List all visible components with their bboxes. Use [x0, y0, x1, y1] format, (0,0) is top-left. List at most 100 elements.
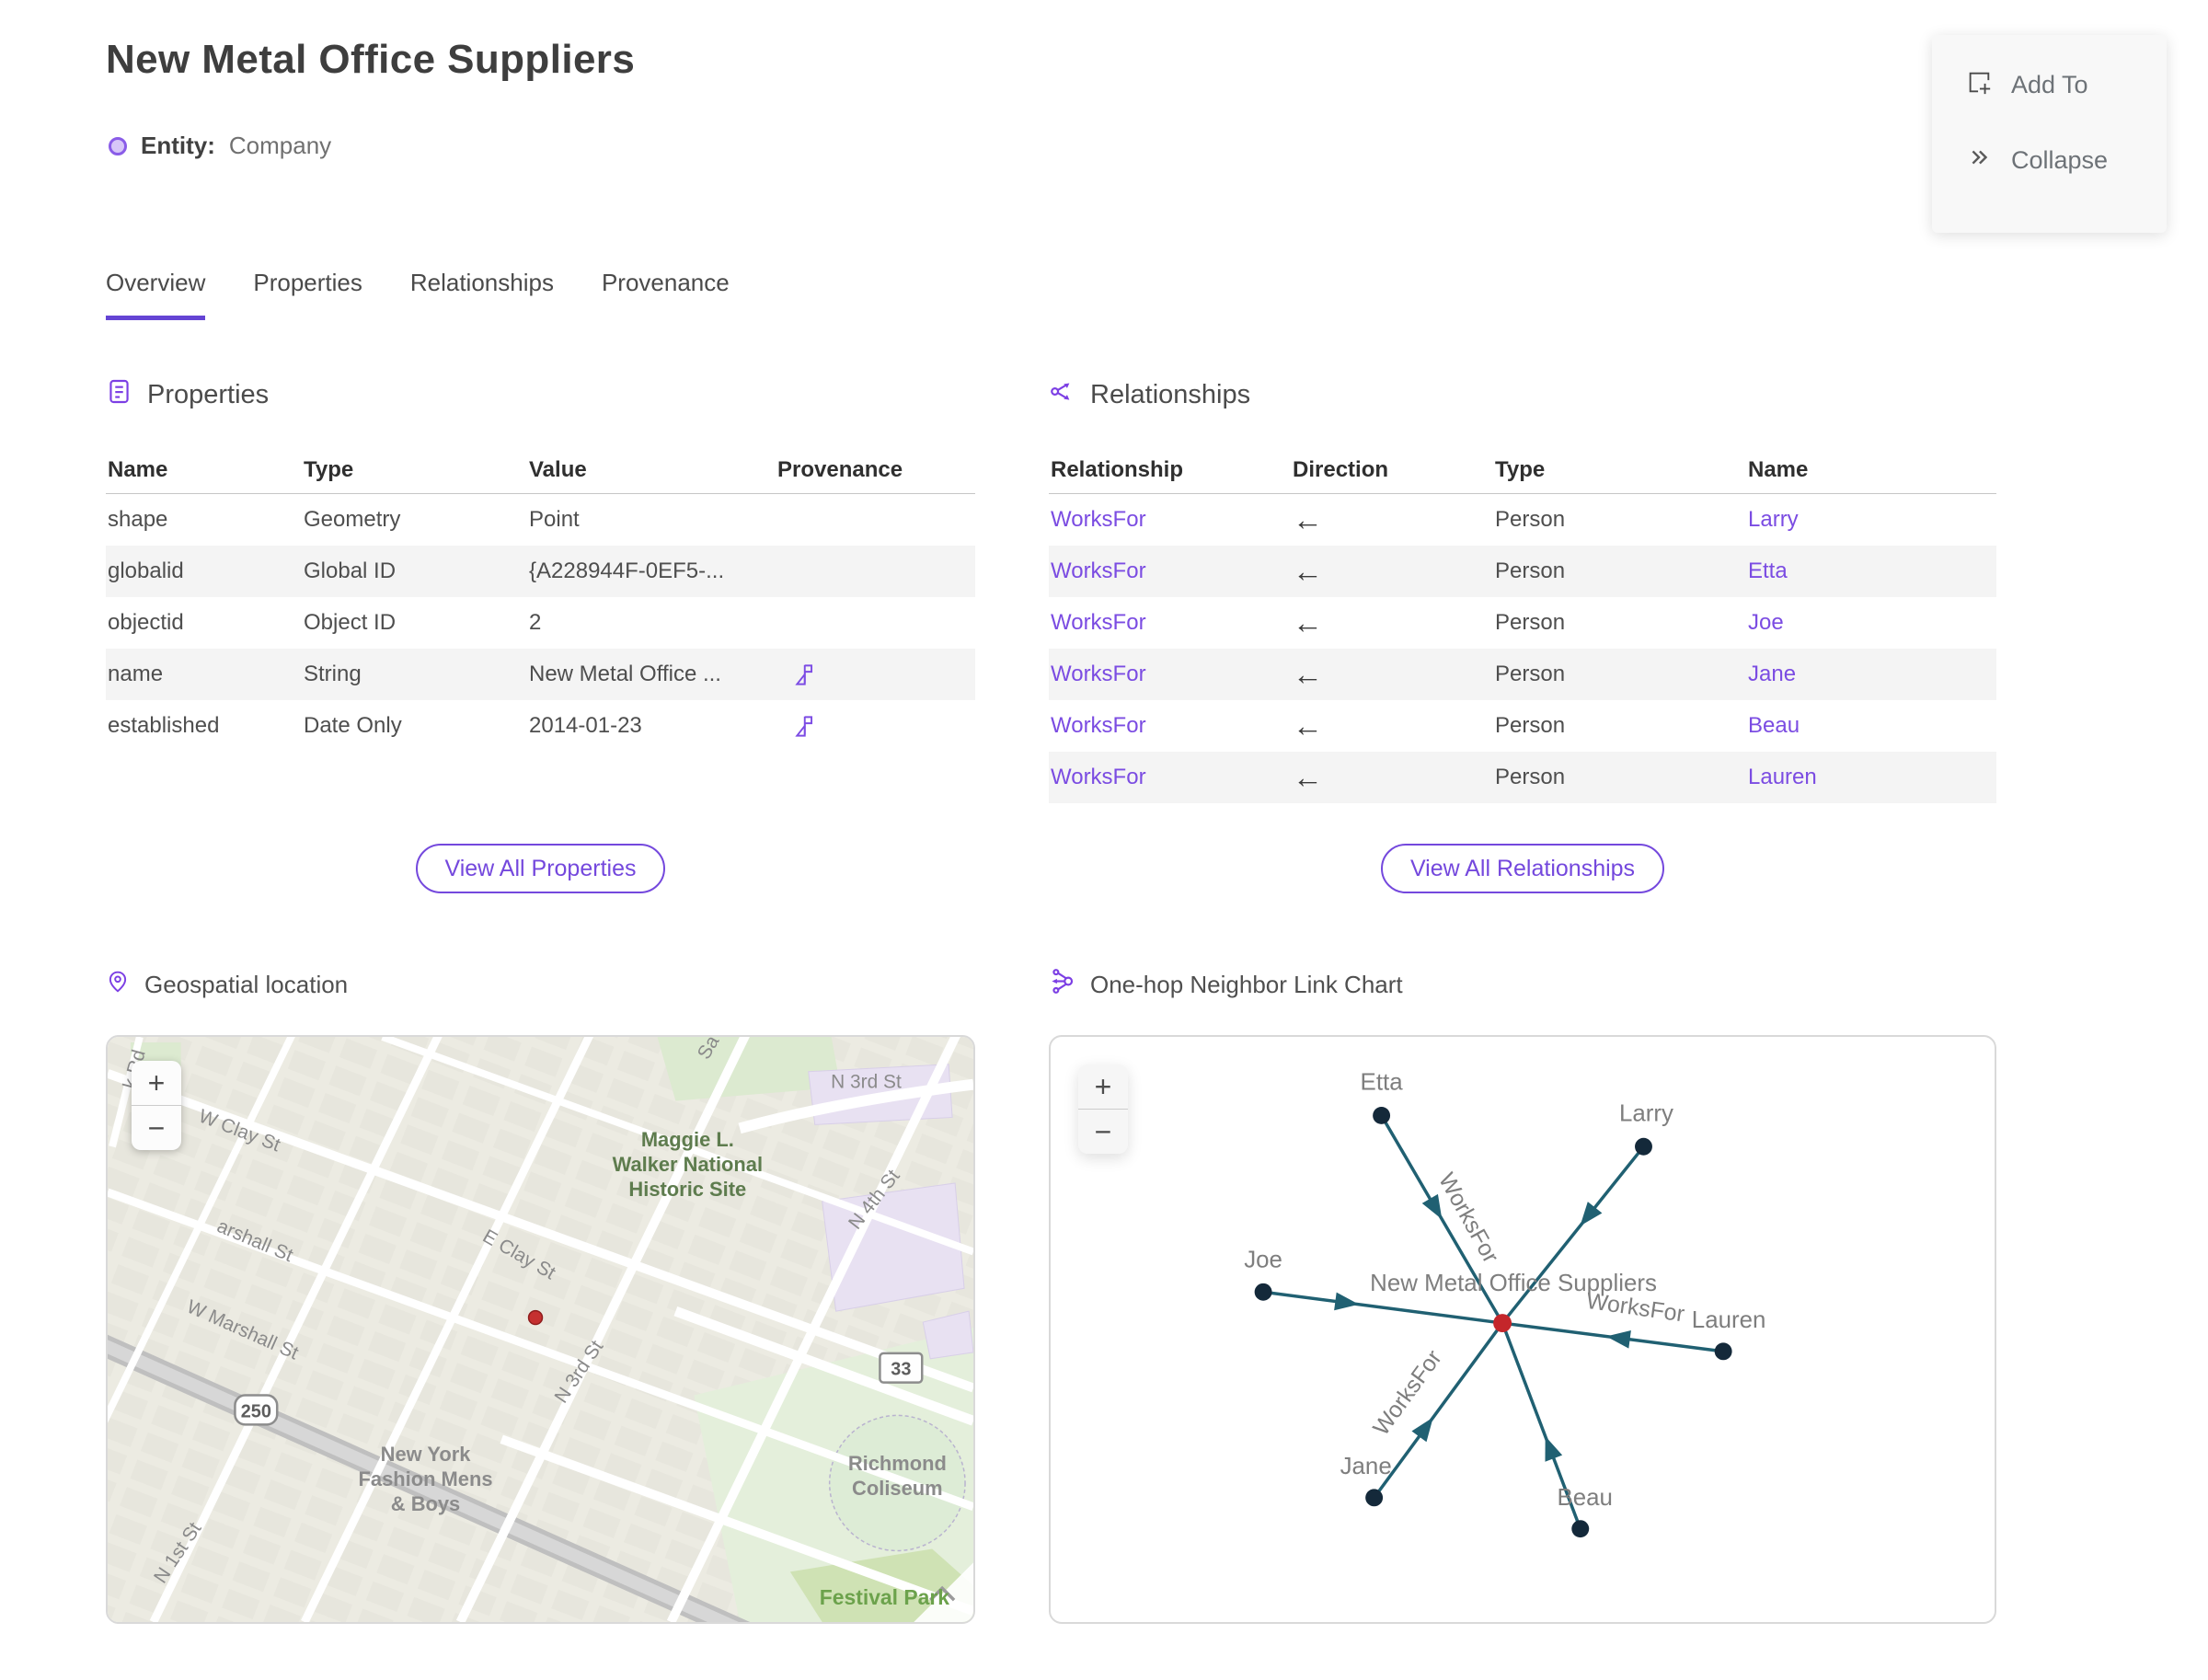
- view-all-relationships-button[interactable]: View All Relationships: [1380, 844, 1665, 893]
- svg-text:250: 250: [241, 1401, 271, 1421]
- svg-text:Festival Park: Festival Park: [820, 1585, 949, 1609]
- relationship-type: Person: [1495, 662, 1566, 686]
- column-header: Type: [304, 457, 354, 482]
- property-row: globalid Global ID {A228944F-0EF5-...: [106, 546, 975, 597]
- relationships-section: Relationships Relationship Direction Typ…: [1049, 375, 1996, 893]
- link-chart-canvas[interactable]: EttaWorksForLarryJoeLaurenWorksForJaneWo…: [1051, 1037, 1995, 1622]
- svg-text:& Boys: & Boys: [391, 1492, 460, 1515]
- relationship-type: Person: [1495, 610, 1566, 635]
- relationship-link[interactable]: WorksFor: [1049, 507, 1293, 533]
- properties-section: Properties Name Type Value Provenance sh…: [106, 375, 975, 893]
- relationships-icon: [1049, 378, 1075, 412]
- chart-zoom-control: + −: [1078, 1064, 1128, 1154]
- property-value: Point: [529, 507, 580, 532]
- relationship-link[interactable]: WorksFor: [1049, 713, 1293, 739]
- collapse-icon: [1965, 144, 1993, 178]
- tab-properties[interactable]: Properties: [253, 269, 362, 320]
- add-to-label: Add To: [2011, 70, 2088, 98]
- direction-arrow: ←: [1293, 657, 1323, 691]
- link-chart-section-header: One-hop Neighbor Link Chart: [1049, 968, 1403, 1001]
- column-header: Value: [529, 457, 587, 482]
- direction-arrow: ←: [1293, 605, 1323, 639]
- entity-link[interactable]: Larry: [1748, 507, 1996, 533]
- properties-title: Properties: [147, 379, 270, 409]
- svg-text:Jane: Jane: [1340, 1454, 1392, 1479]
- direction-arrow: ←: [1293, 554, 1323, 588]
- entity-link[interactable]: Beau: [1748, 713, 1996, 739]
- link-chart-title: One-hop Neighbor Link Chart: [1090, 970, 1403, 998]
- svg-text:Maggie L.: Maggie L.: [641, 1128, 734, 1151]
- geospatial-map[interactable]: k RdW Clay StSaarshall StW Marshall StE …: [106, 1035, 975, 1624]
- direction-arrow: ←: [1293, 708, 1323, 742]
- chart-zoom-in-button[interactable]: +: [1078, 1064, 1128, 1109]
- relationship-row: WorksFor ← Person Jane: [1049, 649, 1996, 700]
- svg-text:WorksFor: WorksFor: [1433, 1168, 1504, 1267]
- relationships-section-header: Relationships: [1049, 375, 1996, 414]
- property-type: Date Only: [304, 713, 402, 738]
- collapse-label: Collapse: [2011, 145, 2109, 174]
- column-header: Provenance: [777, 457, 903, 482]
- page-title: New Metal Office Suppliers: [106, 37, 636, 82]
- column-header: Direction: [1293, 457, 1389, 482]
- relationship-row: WorksFor ← Person Etta: [1049, 546, 1996, 597]
- svg-text:Coliseum: Coliseum: [852, 1477, 943, 1500]
- relationship-row: WorksFor ← Person Lauren: [1049, 752, 1996, 803]
- property-name: objectid: [108, 610, 184, 635]
- chart-zoom-out-button[interactable]: −: [1078, 1110, 1128, 1154]
- collapse-button[interactable]: Collapse: [1965, 134, 2167, 186]
- relationship-link[interactable]: WorksFor: [1049, 558, 1293, 584]
- relationship-link[interactable]: WorksFor: [1049, 662, 1293, 687]
- actions-panel: Add To Collapse: [1932, 35, 2167, 233]
- property-value: New Metal Office ...: [529, 662, 721, 686]
- map-canvas[interactable]: k RdW Clay StSaarshall StW Marshall StE …: [108, 1037, 973, 1622]
- svg-text:New Metal Office Suppliers: New Metal Office Suppliers: [1370, 1271, 1657, 1296]
- entity-link[interactable]: Lauren: [1748, 765, 1996, 790]
- tab-relationships[interactable]: Relationships: [410, 269, 554, 320]
- relationship-type: Person: [1495, 713, 1566, 738]
- entity-type-icon: [109, 136, 127, 155]
- entity-type-value: Company: [228, 132, 332, 159]
- properties-section-header: Properties: [106, 375, 975, 414]
- property-row: established Date Only 2014-01-23: [106, 700, 975, 752]
- property-value: 2: [529, 610, 542, 635]
- add-to-button[interactable]: Add To: [1965, 59, 2167, 110]
- entity-link[interactable]: Etta: [1748, 558, 1996, 584]
- relationship-type: Person: [1495, 765, 1566, 789]
- svg-text:Richmond: Richmond: [848, 1452, 947, 1475]
- entity-details-page: New Metal Office Suppliers Entity: Compa…: [0, 0, 2208, 1680]
- tab-overview[interactable]: Overview: [106, 269, 206, 320]
- map-pin-icon: [106, 968, 130, 1002]
- relationships-table: Relationship Direction Type Name WorksFo…: [1049, 447, 1996, 803]
- provenance-flag-icon[interactable]: [777, 662, 975, 687]
- svg-text:Walker National: Walker National: [613, 1153, 763, 1176]
- property-name: globalid: [108, 558, 184, 583]
- relationship-link[interactable]: WorksFor: [1049, 610, 1293, 636]
- link-chart-icon: [1049, 968, 1075, 1001]
- entity-link[interactable]: Joe: [1748, 610, 1996, 636]
- relationships-title: Relationships: [1090, 379, 1251, 409]
- geospatial-title: Geospatial location: [144, 971, 349, 998]
- properties-table: Name Type Value Provenance shape Geometr…: [106, 447, 975, 752]
- view-all-properties-button[interactable]: View All Properties: [415, 844, 666, 893]
- property-name: shape: [108, 507, 168, 532]
- entity-type-row: Entity: Company: [109, 132, 331, 160]
- link-chart-panel[interactable]: Etta WorksFor Larry Joe Lauren WorksFor Jane Wo…: [1049, 1035, 1996, 1624]
- map-zoom-in-button[interactable]: +: [132, 1061, 181, 1105]
- map-zoom-out-button[interactable]: −: [132, 1106, 181, 1150]
- direction-arrow: ←: [1293, 760, 1323, 794]
- add-to-icon: [1965, 68, 1993, 102]
- map-zoom-control: + −: [132, 1061, 181, 1150]
- tab-bar: Overview Properties Relationships Proven…: [106, 269, 730, 320]
- relationship-link[interactable]: WorksFor: [1049, 765, 1293, 790]
- entity-link[interactable]: Jane: [1748, 662, 1996, 687]
- direction-arrow: ←: [1293, 502, 1323, 536]
- relationship-row: WorksFor ← Person Beau: [1049, 700, 1996, 752]
- tab-provenance[interactable]: Provenance: [602, 269, 730, 320]
- svg-text:Larry: Larry: [1619, 1100, 1673, 1126]
- svg-text:WorksFor: WorksFor: [1368, 1345, 1447, 1440]
- provenance-flag-icon[interactable]: [777, 714, 975, 739]
- entity-label: Entity:: [141, 132, 215, 159]
- relationships-table-header: Relationship Direction Type Name: [1049, 447, 1996, 494]
- column-header: Type: [1495, 457, 1546, 482]
- property-name: established: [108, 713, 220, 738]
